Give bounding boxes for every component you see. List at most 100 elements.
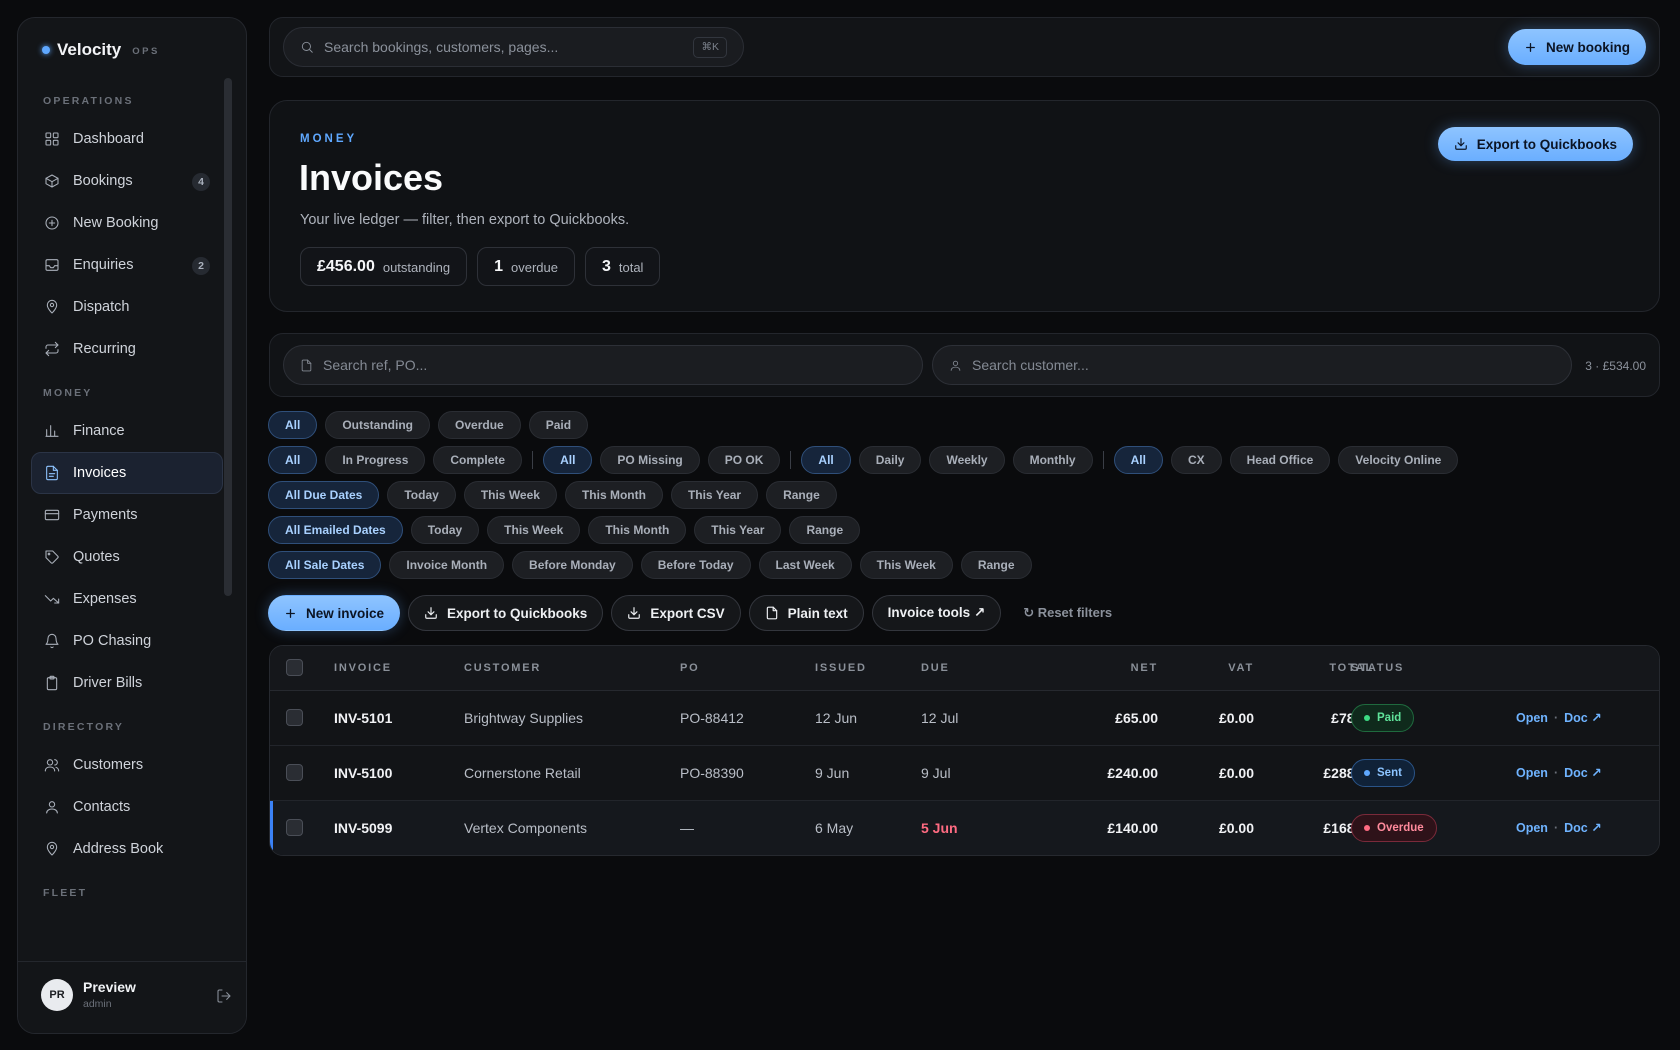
sidebar-scrollbar[interactable] bbox=[224, 78, 232, 596]
sidebar-item-enquiries[interactable]: Enquiries 2 bbox=[31, 244, 223, 286]
sidebar-item-label: PO Chasing bbox=[73, 633, 152, 649]
col-status[interactable]: STATUS bbox=[1351, 662, 1404, 674]
col-issued[interactable]: ISSUED bbox=[815, 662, 867, 674]
filter-chip[interactable]: This Month bbox=[564, 481, 663, 509]
col-due[interactable]: DUE bbox=[921, 662, 950, 674]
col-vat[interactable]: VAT bbox=[1174, 662, 1254, 674]
open-link[interactable]: Open bbox=[1516, 766, 1548, 780]
filter-chip[interactable]: Today bbox=[410, 516, 480, 544]
filter-chip[interactable]: PO OK bbox=[707, 446, 781, 474]
filter-chip[interactable]: All Sale Dates bbox=[268, 551, 382, 579]
filter-chip[interactable]: PO Missing bbox=[600, 446, 700, 474]
filter-chip[interactable]: CX bbox=[1170, 446, 1222, 474]
doc-link[interactable]: Doc ↗ bbox=[1564, 820, 1602, 835]
col-customer[interactable]: CUSTOMER bbox=[464, 662, 541, 674]
sidebar-item-bookings[interactable]: Bookings 4 bbox=[31, 160, 223, 202]
filter-chip[interactable]: This Week bbox=[463, 481, 557, 509]
table-row[interactable]: INV-5100 Cornerstone Retail PO-88390 9 Jun 9… bbox=[270, 746, 1659, 801]
table-row[interactable]: INV-5099 Vertex Components — 6 May 5 Jun £140… bbox=[270, 801, 1659, 855]
filter-chip[interactable]: Velocity Online bbox=[1338, 446, 1459, 474]
filter-chip[interactable]: Range bbox=[766, 481, 837, 509]
sidebar-item-new-booking[interactable]: New Booking bbox=[31, 202, 223, 244]
sidebar-item-contacts[interactable]: Contacts bbox=[31, 786, 223, 828]
filter-chip[interactable]: Invoice Month bbox=[389, 551, 505, 579]
export-quickbooks-header-button[interactable]: Export to Quickbooks bbox=[1437, 127, 1633, 161]
new-booking-button[interactable]: New booking bbox=[1508, 29, 1646, 65]
select-all-checkbox[interactable] bbox=[286, 659, 303, 676]
filter-chip[interactable]: All Due Dates bbox=[268, 481, 380, 509]
due-date: 9 Jul bbox=[921, 765, 951, 781]
invoice-number: INV-5099 bbox=[334, 820, 393, 836]
filter-chip[interactable]: Outstanding bbox=[325, 411, 431, 439]
export-csv-button[interactable]: Export CSV bbox=[611, 595, 741, 631]
filter-chip[interactable]: Paid bbox=[528, 411, 589, 439]
sidebar-item-label: Expenses bbox=[73, 591, 137, 607]
filter-chip[interactable]: All bbox=[543, 446, 593, 474]
sidebar-item-po-chasing[interactable]: PO Chasing bbox=[31, 620, 223, 662]
filter-chip[interactable]: Last Week bbox=[758, 551, 852, 579]
sidebar-item-recurring[interactable]: Recurring bbox=[31, 328, 223, 370]
sidebar-item-invoices[interactable]: Invoices bbox=[31, 452, 223, 494]
nav-section-title: DIRECTORY bbox=[43, 721, 125, 733]
sidebar-item-quotes[interactable]: Quotes bbox=[31, 536, 223, 578]
open-link[interactable]: Open bbox=[1516, 711, 1548, 725]
row-checkbox[interactable] bbox=[286, 709, 303, 726]
filter-chip[interactable]: All bbox=[268, 411, 318, 439]
filter-chip-row: All In Progress Complete All PO Missing PO OK… bbox=[268, 446, 1459, 474]
doc-link[interactable]: Doc ↗ bbox=[1564, 710, 1602, 725]
new-invoice-button[interactable]: New invoice bbox=[268, 595, 401, 631]
plain-text-button[interactable]: Plain text bbox=[748, 595, 864, 631]
sidebar-item-driver-bills[interactable]: Driver Bills bbox=[31, 662, 223, 704]
filter-chip[interactable]: Before Monday bbox=[512, 551, 633, 579]
filter-chip[interactable]: Complete bbox=[433, 446, 523, 474]
filter-chip[interactable]: This Week bbox=[859, 551, 953, 579]
customer-search-input[interactable]: Search customer... bbox=[932, 345, 1572, 385]
filter-chip[interactable]: In Progress bbox=[325, 446, 426, 474]
filter-chip[interactable]: Today bbox=[387, 481, 456, 509]
filter-chip[interactable]: Overdue bbox=[438, 411, 521, 439]
sidebar-item-finance[interactable]: Finance bbox=[31, 410, 223, 452]
filter-chip[interactable]: All bbox=[268, 446, 318, 474]
sidebar-item-payments[interactable]: Payments bbox=[31, 494, 223, 536]
dashboard-icon bbox=[45, 132, 59, 146]
filter-chip[interactable]: Daily bbox=[858, 446, 922, 474]
sidebar-item-dispatch[interactable]: Dispatch bbox=[31, 286, 223, 328]
top-bar: Search bookings, customers, pages... ⌘K … bbox=[269, 17, 1660, 77]
ref-search-placeholder: Search ref, PO... bbox=[323, 357, 428, 373]
plus-icon bbox=[1526, 42, 1535, 52]
logout-icon[interactable] bbox=[216, 988, 232, 1004]
filter-chip[interactable]: Before Today bbox=[640, 551, 751, 579]
col-net[interactable]: NET bbox=[1078, 662, 1158, 674]
invoice-tools-button[interactable]: Invoice tools ↗ bbox=[871, 595, 1002, 631]
filter-chip[interactable]: All bbox=[1113, 446, 1163, 474]
filter-chip[interactable]: This Year bbox=[694, 516, 782, 544]
filter-chip[interactable]: This Year bbox=[670, 481, 759, 509]
filter-chip[interactable]: Head Office bbox=[1229, 446, 1331, 474]
filter-chip[interactable]: Range bbox=[960, 551, 1032, 579]
sidebar-item-expenses[interactable]: Expenses bbox=[31, 578, 223, 620]
sidebar-item-customers[interactable]: Customers bbox=[31, 744, 223, 786]
table-row[interactable]: INV-5101 Brightway Supplies PO-88412 12 Jun… bbox=[270, 691, 1659, 746]
filter-chip[interactable]: This Week bbox=[487, 516, 581, 544]
global-search-input[interactable]: Search bookings, customers, pages... ⌘K bbox=[283, 27, 744, 67]
brand[interactable]: Velocity OPS bbox=[42, 40, 160, 60]
col-invoice[interactable]: INVOICE bbox=[334, 662, 392, 674]
result-summary: 3 · £534.00 bbox=[1585, 359, 1646, 373]
sidebar-item-dashboard[interactable]: Dashboard bbox=[31, 118, 223, 160]
doc-link[interactable]: Doc ↗ bbox=[1564, 765, 1602, 780]
export-quickbooks-button[interactable]: Export to Quickbooks bbox=[408, 595, 604, 631]
filter-chip[interactable]: This Month bbox=[588, 516, 687, 544]
filter-chip[interactable]: Weekly bbox=[929, 446, 1005, 474]
filter-chip[interactable]: Monthly bbox=[1012, 446, 1093, 474]
ref-search-input[interactable]: Search ref, PO... bbox=[283, 345, 923, 385]
filter-chip[interactable]: Range bbox=[789, 516, 861, 544]
sidebar-item-address-book[interactable]: Address Book bbox=[31, 828, 223, 870]
row-checkbox[interactable] bbox=[286, 764, 303, 781]
filter-chip[interactable]: All bbox=[801, 446, 851, 474]
reset-filters-button[interactable]: ↻ Reset filters bbox=[1023, 605, 1112, 621]
col-po[interactable]: PO bbox=[680, 662, 700, 674]
row-checkbox[interactable] bbox=[286, 819, 303, 836]
filter-chip[interactable]: All Emailed Dates bbox=[268, 516, 403, 544]
avatar[interactable]: PR bbox=[41, 979, 73, 1011]
open-link[interactable]: Open bbox=[1516, 821, 1548, 835]
